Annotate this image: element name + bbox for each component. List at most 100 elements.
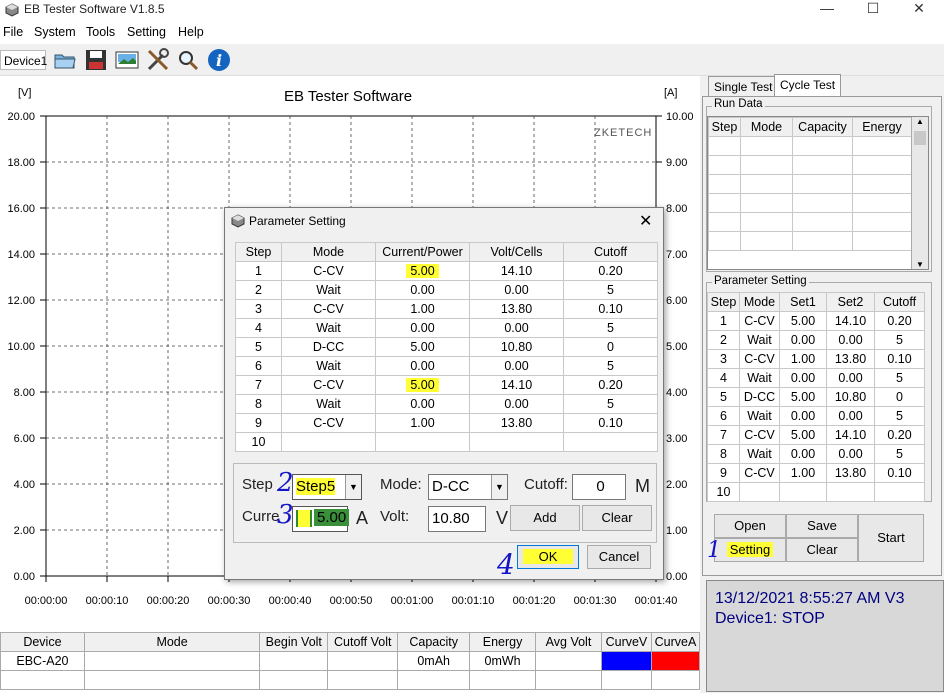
table-row[interactable]: 7 C-CV 5.00 14.10 0.20	[235, 375, 658, 395]
table-row[interactable]: 5 D-CC 5.00 10.80 0	[707, 387, 925, 407]
table-row[interactable]: 4 Wait 0.00 0.00 5	[235, 318, 658, 338]
table-cell: 5	[707, 387, 740, 407]
close-button[interactable]: ✕	[896, 0, 942, 18]
table-row[interactable]: EBC-A20 0mAh 0mWh	[0, 651, 701, 671]
setting-button[interactable]: Setting	[714, 538, 786, 562]
table-cell: 0.00	[469, 318, 564, 338]
x-tick-label: 00:01:10	[452, 595, 495, 607]
table-row[interactable]: 9 C-CV 1.00 13.80 0.10	[235, 413, 658, 433]
table-cell: 2	[707, 330, 740, 350]
y2-tick-label: 7.00	[666, 249, 687, 261]
table-cell: 5.00	[779, 387, 827, 407]
param-group-label: Parameter Setting	[712, 275, 809, 287]
x-tick-label: 00:00:00	[25, 595, 68, 607]
dialog-close-button[interactable]: ✕	[639, 211, 652, 231]
open-button[interactable]: Open	[714, 514, 786, 538]
table-cell: 13.80	[469, 413, 564, 433]
mode-select[interactable]: D-CC ▼	[428, 474, 508, 500]
table-row[interactable]: 10	[235, 432, 658, 452]
table-row[interactable]: 3 C-CV 1.00 13.80 0.10	[707, 349, 925, 369]
table-row[interactable]: 1 C-CV 5.00 14.10 0.20	[235, 261, 658, 281]
status-box: 13/12/2021 8:55:27 AM V3 Device1: STOP	[706, 580, 944, 692]
cell-begin-volt	[259, 651, 329, 671]
save-disk-icon[interactable]	[83, 47, 109, 73]
table-cell: 3	[707, 349, 740, 369]
col-begin-volt: Begin Volt	[259, 632, 329, 652]
table-row[interactable]: 8 Wait 0.00 0.00 5	[235, 394, 658, 414]
tab-single-test[interactable]: Single Test	[708, 76, 779, 98]
menu-system[interactable]: System	[34, 25, 76, 39]
save-button[interactable]: Save	[786, 514, 858, 538]
cell-capacity: 0mAh	[397, 651, 471, 671]
y2-tick-label: 3.00	[666, 433, 687, 445]
image-export-icon[interactable]	[114, 47, 140, 73]
cancel-button[interactable]: Cancel	[587, 545, 651, 569]
dialog-icon	[231, 214, 245, 228]
table-row[interactable]: 4 Wait 0.00 0.00 5	[707, 368, 925, 388]
dlg-col-cutoff: Cutoff	[563, 242, 658, 262]
table-row[interactable]: 1 C-CV 5.00 14.10 0.20	[707, 311, 925, 331]
device-select[interactable]: Device1	[0, 50, 47, 70]
annotation-4: 4	[497, 548, 515, 581]
table-row[interactable]: 7 C-CV 5.00 14.10 0.20	[707, 425, 925, 445]
highlighted-value: 5.00	[406, 378, 439, 392]
table-row[interactable]: 3 C-CV 1.00 13.80 0.10	[235, 299, 658, 319]
maximize-button[interactable]: ☐	[850, 0, 896, 18]
run-col-mode: Mode	[740, 117, 793, 137]
table-cell: 0.00	[375, 318, 470, 338]
annotation-3: 3	[277, 500, 294, 530]
table-cell: 0.20	[563, 261, 658, 281]
start-button[interactable]: Start	[858, 514, 924, 562]
cutoff-field[interactable]: 0	[572, 474, 626, 500]
minimize-button[interactable]: —	[804, 0, 850, 18]
col-device: Device	[0, 632, 85, 652]
volt-field[interactable]: 10.80	[428, 506, 486, 532]
table-cell: C-CV	[739, 425, 780, 445]
menu-help[interactable]: Help	[178, 25, 204, 39]
table-cell: 10	[707, 482, 740, 502]
run-data-scrollbar[interactable]: ▲ ▼	[911, 117, 928, 269]
curve-a-color[interactable]	[650, 651, 701, 671]
curve-v-color[interactable]	[600, 651, 652, 671]
svg-text:i: i	[216, 51, 222, 70]
param-table[interactable]: Step Mode Set1 Set2 Cutoff 1 C-CV 5.00 14.1…	[707, 292, 925, 502]
col-energy: Energy	[469, 632, 537, 652]
dialog-step-table[interactable]: Step Mode Current/Power Volt/Cells Cutof…	[235, 242, 658, 452]
step-select[interactable]: Step5 ▼	[292, 474, 362, 500]
clear-button[interactable]: Clear	[786, 538, 858, 562]
mode-select-value: D-CC	[432, 478, 470, 495]
x-tick-label: 00:01:40	[635, 595, 678, 607]
menu-file[interactable]: File	[3, 25, 23, 39]
table-row[interactable]: 2 Wait 0.00 0.00 5	[707, 330, 925, 350]
menu-bar: File System Tools Setting Help	[0, 22, 944, 42]
tools-icon[interactable]	[145, 47, 171, 73]
open-folder-icon[interactable]	[52, 47, 78, 73]
table-cell: 5	[563, 318, 658, 338]
table-cell: 1.00	[375, 299, 470, 319]
menu-setting[interactable]: Setting	[127, 25, 166, 39]
run-col-energy: Energy	[852, 117, 912, 137]
tab-cycle-test[interactable]: Cycle Test	[774, 74, 842, 98]
info-icon[interactable]: i	[206, 47, 232, 73]
run-data-list[interactable]: Step Mode Capacity Energy ▲ ▼	[707, 116, 929, 270]
table-row[interactable]: 8 Wait 0.00 0.00 5	[707, 444, 925, 464]
table-row[interactable]: 2 Wait 0.00 0.00 5	[235, 280, 658, 300]
step-edit-panel: Step Step5 ▼ Mode: D-CC ▼ Cutoff: 0 M Cu…	[233, 463, 657, 543]
add-button[interactable]: Add	[510, 505, 580, 531]
menu-tools[interactable]: Tools	[86, 25, 115, 39]
table-row[interactable]: 9 C-CV 1.00 13.80 0.10	[707, 463, 925, 483]
y-tick-label: 16.00	[7, 203, 35, 215]
clear-step-button[interactable]: Clear	[582, 505, 652, 531]
table-row[interactable]: 5 D-CC 5.00 10.80 0	[235, 337, 658, 357]
table-cell	[563, 432, 658, 452]
table-row[interactable]: 6 Wait 0.00 0.00 5	[235, 356, 658, 376]
ok-button[interactable]: OK	[517, 545, 579, 569]
search-icon[interactable]	[175, 47, 201, 73]
table-row[interactable]: 10	[707, 482, 925, 502]
table-cell: 7	[235, 375, 282, 395]
cutoff-unit: M	[635, 476, 650, 496]
table-cell: Wait	[739, 368, 780, 388]
table-cell: 0.00	[779, 444, 827, 464]
table-row[interactable]: 6 Wait 0.00 0.00 5	[707, 406, 925, 426]
table-cell	[375, 432, 470, 452]
